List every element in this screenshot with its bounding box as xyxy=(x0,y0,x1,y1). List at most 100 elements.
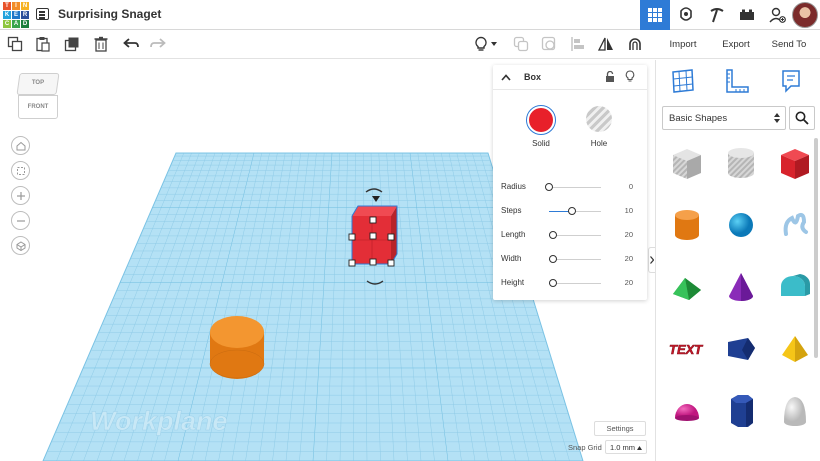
shape-sphere[interactable] xyxy=(718,200,764,250)
3d-design-view-button[interactable] xyxy=(640,0,670,30)
ungroup-button[interactable] xyxy=(540,35,558,53)
undo-icon xyxy=(123,38,139,48)
solid-button[interactable] xyxy=(526,105,556,135)
zoom-in-button[interactable] xyxy=(11,186,30,205)
property-row-height: Height 20 xyxy=(501,278,637,290)
export-button[interactable]: Export xyxy=(713,30,759,59)
codeblocks-view-button[interactable] xyxy=(702,0,732,30)
hole-label: Hole xyxy=(590,139,608,148)
shape-text[interactable]: TEXT xyxy=(664,324,710,374)
send-to-button[interactable]: Send To xyxy=(766,30,812,59)
minus-icon xyxy=(16,219,25,222)
lightbulb-icon xyxy=(475,36,487,51)
shape-box[interactable] xyxy=(772,138,818,188)
property-value[interactable]: 20 xyxy=(625,254,633,263)
import-button[interactable]: Import xyxy=(660,30,706,59)
logo-letter: R xyxy=(21,11,29,19)
paste-button[interactable] xyxy=(34,35,52,53)
property-row-steps: Steps 10 xyxy=(501,206,637,218)
chevron-up-icon[interactable] xyxy=(501,74,511,81)
property-slider-knob[interactable] xyxy=(545,183,553,191)
view-cube[interactable]: TOP FRONT xyxy=(16,73,60,131)
lock-icon[interactable] xyxy=(605,71,615,82)
shape-scribble[interactable] xyxy=(772,200,818,250)
panel-collapse-tab[interactable] xyxy=(648,247,655,273)
undo-button[interactable] xyxy=(122,35,140,53)
shape-category-select[interactable]: Basic Shapes xyxy=(662,106,786,130)
design-title[interactable]: Surprising Snaget xyxy=(58,7,161,21)
hole-button[interactable] xyxy=(586,106,612,132)
design-menu-icon[interactable] xyxy=(36,8,49,20)
delete-button[interactable] xyxy=(92,35,110,53)
lightbulb-icon[interactable] xyxy=(625,70,635,82)
ruler-tool-button[interactable] xyxy=(724,68,752,96)
box-icon xyxy=(781,149,809,179)
property-slider-track[interactable] xyxy=(549,187,601,188)
snap-grid-select[interactable]: 1.0 mm xyxy=(605,440,647,454)
shape-half-sphere[interactable] xyxy=(664,386,710,436)
sort-caret-icon xyxy=(774,113,780,123)
cylinder-object[interactable] xyxy=(209,316,265,379)
ruler-icon xyxy=(726,69,749,93)
roof-icon xyxy=(673,278,701,300)
round-roof-icon xyxy=(781,274,811,296)
property-label: Radius xyxy=(501,182,526,191)
property-slider-knob[interactable] xyxy=(549,279,558,287)
duplicate-button[interactable] xyxy=(63,35,81,53)
shape-box-hole[interactable] xyxy=(664,138,710,188)
shape-hexagonal-prism[interactable] xyxy=(718,386,764,436)
ungroup-icon xyxy=(541,36,556,51)
property-slider-knob[interactable] xyxy=(568,207,577,215)
workplane-tool-button[interactable] xyxy=(670,68,698,96)
notes-tool-button[interactable] xyxy=(778,68,806,96)
group-button[interactable] xyxy=(512,35,530,53)
mirror-button[interactable] xyxy=(597,35,615,53)
fit-view-button[interactable] xyxy=(11,161,30,180)
shape-category-value: Basic Shapes xyxy=(669,113,728,124)
shape-round-roof[interactable] xyxy=(772,262,818,312)
property-value[interactable]: 20 xyxy=(625,230,633,239)
zoom-out-button[interactable] xyxy=(11,211,30,230)
sidebar-scrollbar[interactable] xyxy=(814,138,818,358)
brick-icon xyxy=(740,9,754,20)
property-slider-knob[interactable] xyxy=(549,231,558,239)
shape-search-button[interactable] xyxy=(789,106,815,130)
caret-down-icon xyxy=(491,42,497,46)
property-row-length: Length 20 xyxy=(501,230,637,242)
perspective-button[interactable] xyxy=(11,236,30,255)
copy-button[interactable] xyxy=(6,35,24,53)
redo-button[interactable] xyxy=(149,35,167,53)
shape-cylinder-hole[interactable] xyxy=(718,138,764,188)
property-value[interactable]: 20 xyxy=(625,278,633,287)
shape-cylinder[interactable] xyxy=(664,200,710,250)
circuits-icon xyxy=(680,7,692,21)
solid-label: Solid xyxy=(532,139,550,148)
shape-cone[interactable] xyxy=(718,262,764,312)
cruise-button[interactable] xyxy=(626,35,644,53)
property-label: Length xyxy=(501,230,526,239)
logo-letter: I xyxy=(12,2,20,10)
shape-polygon[interactable] xyxy=(718,324,764,374)
property-label: Width xyxy=(501,254,522,263)
notes-dropdown-arrow[interactable] xyxy=(489,35,499,53)
property-value[interactable]: 0 xyxy=(629,182,633,191)
align-button[interactable] xyxy=(569,35,587,53)
chevron-right-icon xyxy=(650,256,654,264)
notes-button[interactable] xyxy=(472,35,490,53)
shape-pyramid[interactable] xyxy=(772,324,818,374)
snap-grid-label: Snap Grid xyxy=(568,443,602,452)
tinkercad-logo[interactable]: TIN KER CAD xyxy=(3,2,29,28)
property-slider-knob[interactable] xyxy=(549,255,558,263)
home-view-button[interactable] xyxy=(11,136,30,155)
shape-roof[interactable] xyxy=(664,262,710,312)
add-user-button[interactable] xyxy=(762,0,792,30)
bricks-view-button[interactable] xyxy=(732,0,762,30)
circuits-view-button[interactable] xyxy=(671,0,701,30)
perspective-icon xyxy=(16,240,25,251)
property-value[interactable]: 10 xyxy=(625,206,633,215)
settings-button[interactable]: Settings xyxy=(594,421,646,436)
shape-paraboloid[interactable] xyxy=(772,386,818,436)
user-avatar[interactable] xyxy=(792,2,818,28)
text-icon: TEXT xyxy=(669,342,704,358)
pickaxe-icon xyxy=(710,8,724,23)
